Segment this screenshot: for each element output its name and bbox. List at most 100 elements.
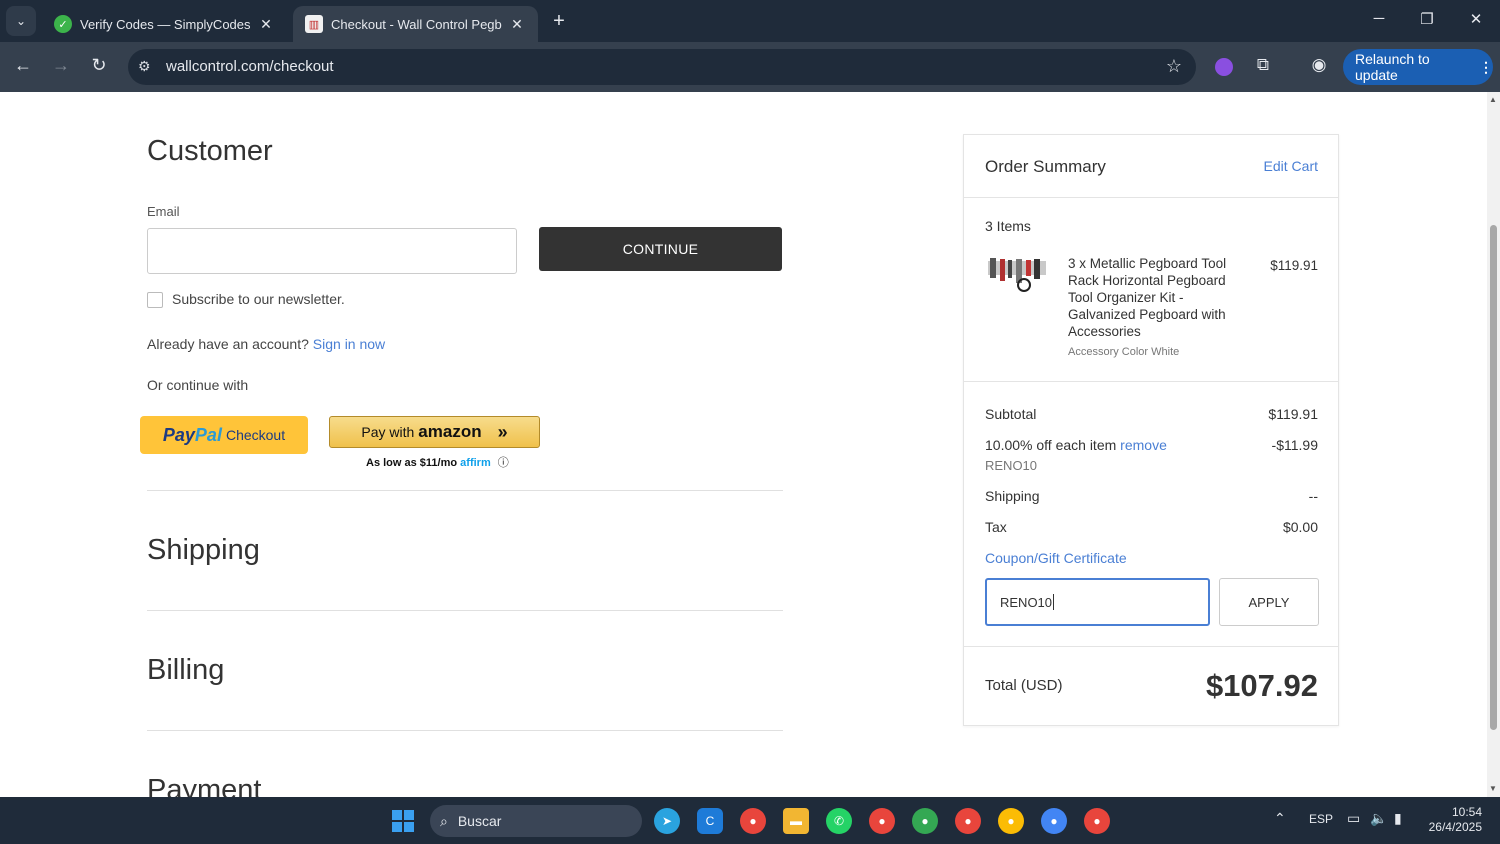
remove-discount-link[interactable]: remove — [1120, 437, 1167, 453]
affirm-text: As low as $11/mo — [366, 457, 458, 469]
taskbar-search[interactable]: ⌕ Buscar — [430, 805, 642, 837]
summary-divider — [964, 381, 1338, 382]
tax-value: $0.00 — [1282, 519, 1318, 535]
continue-with-label: Or continue with — [147, 377, 249, 393]
scroll-down-arrow-icon[interactable]: ▼ — [1489, 784, 1497, 793]
product-price: $119.91 — [1270, 258, 1318, 273]
billing-heading[interactable]: Billing — [147, 654, 224, 687]
telegram-icon[interactable]: ➤ — [654, 808, 680, 834]
tax-label: Tax — [985, 519, 1007, 535]
close-tab-icon[interactable]: ✕ — [508, 16, 526, 33]
subtotal-value: $119.91 — [1268, 406, 1318, 422]
tray-chevron-up-icon[interactable]: ⌃ — [1274, 810, 1286, 827]
more-menu-icon[interactable]: ⋮ — [1479, 59, 1493, 76]
relaunch-button[interactable]: Relaunch to update ⋮ — [1343, 49, 1493, 85]
chrome-profile-icon[interactable]: ● — [998, 808, 1024, 834]
reload-icon[interactable]: ↻ — [87, 55, 111, 76]
affirm-financing-line: As low as $11/mo affirm ⓘ — [366, 454, 509, 470]
volume-icon[interactable]: 🔈 — [1370, 810, 1387, 827]
extensions-puzzle-icon[interactable]: ⧉ — [1251, 55, 1275, 75]
window-close-icon[interactable]: ✕ — [1466, 10, 1486, 28]
clock-time: 10:54 — [1451, 805, 1482, 819]
shipping-value: -- — [1308, 488, 1318, 504]
tab-title: Verify Codes — SimplyCodes — [80, 16, 251, 32]
back-arrow-icon[interactable]: ← — [11, 55, 35, 76]
chrome-profile-icon[interactable]: ● — [1084, 808, 1110, 834]
extension-purple-icon[interactable] — [1215, 58, 1233, 76]
order-summary: Order Summary Edit Cart 3 Items 3 x Meta… — [963, 134, 1339, 726]
divider — [147, 730, 783, 731]
edit-cart-link[interactable]: Edit Cart — [1264, 158, 1318, 174]
amazon-pay-with-label: Pay with — [361, 424, 415, 440]
forward-arrow-icon[interactable]: → — [49, 55, 73, 76]
paypal-checkout-label: Checkout — [225, 427, 286, 443]
whatsapp-icon[interactable]: ✆ — [826, 808, 852, 834]
coupon-code-value: RENO10 — [1000, 594, 1053, 610]
chrome-profile-icon[interactable]: ● — [869, 808, 895, 834]
checkout-page: Customer Email CONTINUE Subscribe to our… — [0, 92, 1487, 797]
customer-heading: Customer — [147, 135, 273, 167]
bookmark-star-icon[interactable]: ☆ — [1166, 56, 1182, 77]
divider — [147, 490, 783, 491]
app-c-icon[interactable]: C — [697, 808, 723, 834]
apply-coupon-button[interactable]: APPLY — [1219, 578, 1319, 626]
scrollbar-thumb[interactable] — [1490, 225, 1497, 730]
close-tab-icon[interactable]: ✕ — [257, 16, 275, 33]
newsletter-checkbox[interactable] — [147, 292, 163, 308]
minimize-icon[interactable]: ─ — [1369, 10, 1389, 27]
chrome-profile-icon[interactable]: ● — [955, 808, 981, 834]
product-name: 3 x Metallic Pegboard Tool Rack Horizont… — [1068, 256, 1227, 339]
page-scrollbar[interactable]: ▲ ▼ — [1487, 92, 1500, 797]
profile-icon[interactable]: ◉ — [1307, 55, 1331, 75]
paypal-checkout-button[interactable]: Pay Pal Checkout — [140, 416, 308, 454]
paypal-logo-pal: Pal — [194, 424, 222, 445]
amazon-chevron-icon: » — [497, 421, 508, 442]
new-tab-plus-icon[interactable]: + — [548, 10, 570, 33]
order-summary-title: Order Summary — [985, 157, 1106, 176]
windows-start-icon[interactable] — [392, 810, 414, 832]
tab-search-chevron-icon[interactable]: ⌄ — [6, 6, 36, 36]
tab-checkout[interactable]: ▥ Checkout - Wall Control Pegboard ✕ — [293, 6, 538, 42]
payment-heading[interactable]: Payment — [147, 774, 261, 797]
coupon-gift-certificate-link[interactable]: Coupon/Gift Certificate — [985, 550, 1127, 566]
sign-in-link[interactable]: Sign in now — [313, 336, 385, 352]
coupon-code-input[interactable]: RENO10 — [985, 578, 1210, 626]
account-prompt-text: Already have an account? — [147, 336, 309, 352]
address-bar[interactable]: ⚙ wallcontrol.com/checkout ☆ — [128, 49, 1196, 85]
file-explorer-icon[interactable]: ▬ — [783, 808, 809, 834]
affirm-logo: affirm — [460, 457, 491, 469]
site-info-icon[interactable]: ⚙ — [138, 58, 151, 75]
email-label: Email — [147, 204, 180, 219]
paypal-logo-pay: Pay — [162, 424, 195, 445]
taskbar-search-placeholder: Buscar — [457, 813, 502, 829]
email-field[interactable] — [147, 228, 517, 274]
browser-toolbar: ← → ↻ ⚙ wallcontrol.com/checkout ☆ ⧉ ◉ R… — [0, 42, 1500, 92]
taskbar-clock[interactable]: 10:54 26/4/2025 — [1424, 805, 1482, 835]
browser-tab-bar: ⌄ ✓ Verify Codes — SimplyCodes ✕ ▥ Check… — [0, 0, 1500, 42]
network-icon[interactable]: ▭ — [1347, 810, 1360, 827]
discount-label: 10.00% off each item — [985, 437, 1117, 453]
discount-value: -$11.99 — [1271, 437, 1318, 453]
shipping-heading[interactable]: Shipping — [147, 534, 260, 567]
summary-divider — [964, 646, 1338, 647]
tab-simplycodes[interactable]: ✓ Verify Codes — SimplyCodes ✕ — [42, 6, 287, 42]
simplycodes-favicon-icon: ✓ — [54, 15, 72, 33]
scroll-up-arrow-icon[interactable]: ▲ — [1489, 95, 1497, 104]
language-indicator[interactable]: ESP — [1309, 812, 1333, 826]
total-label: Total (USD) — [985, 677, 1063, 694]
chrome-profile-icon[interactable]: ● — [1041, 808, 1067, 834]
chrome-icon[interactable]: ● — [740, 808, 766, 834]
chrome-profile-icon[interactable]: ● — [912, 808, 938, 834]
summary-divider — [964, 197, 1338, 198]
wallcontrol-favicon-icon: ▥ — [305, 15, 323, 33]
url-text[interactable]: wallcontrol.com/checkout — [166, 58, 334, 75]
applied-coupon-code: RENO10 — [985, 458, 1038, 473]
product-variant: Accessory Color White — [1068, 346, 1180, 358]
product-thumbnail-image — [988, 258, 1046, 292]
account-prompt: Already have an account? Sign in now — [147, 336, 385, 352]
continue-button[interactable]: CONTINUE — [539, 227, 782, 271]
info-icon[interactable]: ⓘ — [498, 457, 509, 469]
amazon-pay-button[interactable]: Pay with amazon » — [329, 416, 540, 448]
restore-icon[interactable]: ❐ — [1417, 10, 1437, 28]
battery-icon[interactable]: ▮ — [1394, 810, 1402, 827]
